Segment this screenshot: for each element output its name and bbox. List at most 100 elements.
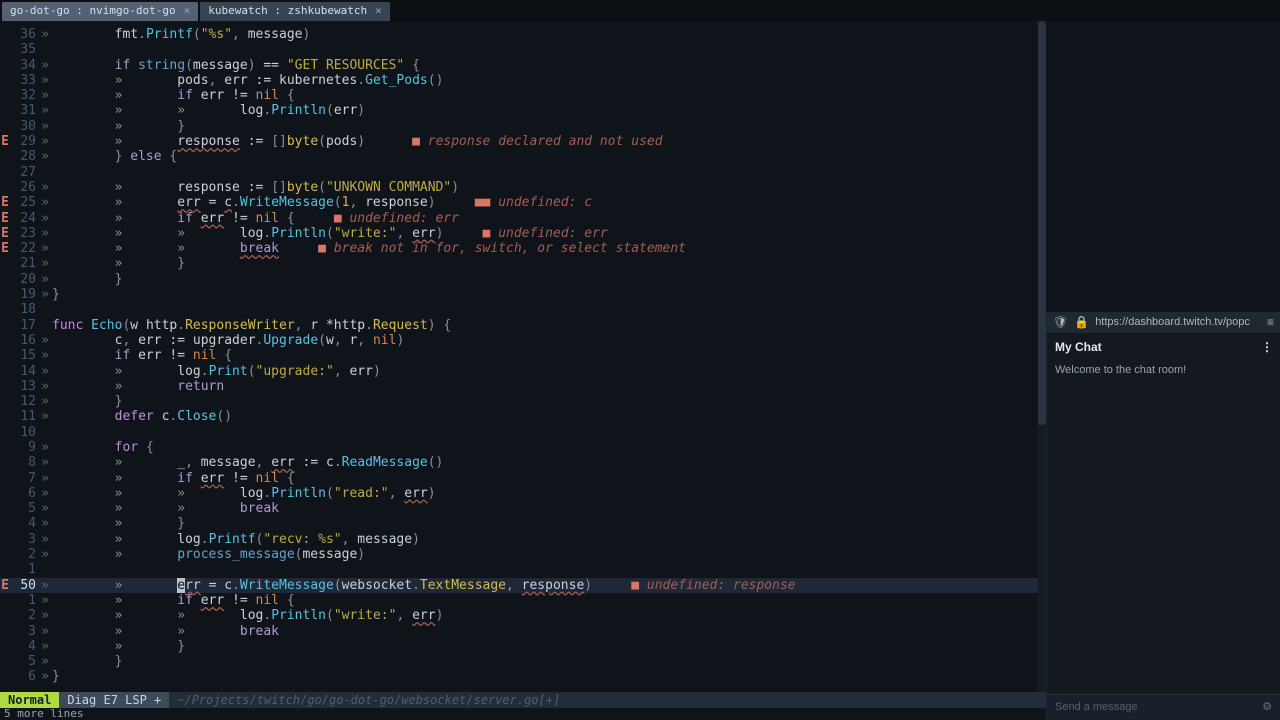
close-icon[interactable]: × [184,5,191,18]
terminal-tab[interactable]: kubewatch : zshkubewatch× [200,2,390,21]
indent-guide: » [38,241,52,256]
code-line[interactable]: E24» » if err != nil { ■ undefined: err [0,211,1280,226]
kebab-icon[interactable]: ⋮ [1261,340,1272,354]
code-content[interactable]: » log.Printf("recv: %s", message) [52,532,420,547]
code-content[interactable]: } [52,272,122,287]
line-number: 6 [10,669,38,684]
code-content[interactable]: » log.Print("upgrade:", err) [52,364,381,379]
line-number: 26 [10,180,38,195]
code-line[interactable]: E25» » err = c.WriteMessage(1, response)… [0,195,1280,210]
chat-urlbar[interactable]: 🛡 🔒 https://dashboard.twitch.tv/popc ≡ [1047,312,1280,334]
code-line[interactable]: 32» » if err != nil { [0,88,1280,103]
code-content[interactable]: } [52,654,122,669]
indent-guide: » [38,501,52,516]
line-number: 1 [10,593,38,608]
code-content[interactable]: » » log.Println("write:", err) [52,608,443,623]
code-content[interactable]: } [52,287,60,302]
code-content[interactable]: c, err := upgrader.Upgrade(w, r, nil) [52,333,404,348]
scrollbar-thumb[interactable] [1038,21,1046,425]
indent-guide: » [38,440,52,455]
code-line[interactable]: 34» if string(message) == "GET RESOURCES… [0,58,1280,73]
code-line[interactable]: 36» fmt.Printf("%s", message) [0,27,1280,42]
code-line[interactable]: 26» » response := []byte("UNKOWN COMMAND… [0,180,1280,195]
line-number: 17 [10,318,38,333]
code-content[interactable]: » return [52,379,224,394]
indent-guide: » [38,593,52,608]
code-content[interactable]: » » break ■ break not in for, switch, or… [52,241,686,256]
code-line[interactable]: 33» » pods, err := kubernetes.Get_Pods() [0,73,1280,88]
code-content[interactable]: » » log.Println(err) [52,103,365,118]
code-content[interactable]: » } [52,256,185,271]
indent-guide: » [38,578,52,593]
code-content[interactable]: » if err != nil { [52,88,295,103]
line-number: 5 [10,654,38,669]
line-number: 28 [10,149,38,164]
code-content[interactable]: » if err != nil { [52,471,295,486]
code-content[interactable]: » » log.Println("write:", err) ■ undefin… [52,226,608,241]
code-line[interactable]: 19»} [0,287,1280,302]
indent-guide: » [38,471,52,486]
code-line[interactable]: 27 [0,165,1280,180]
code-line[interactable]: 31» » » log.Println(err) [0,103,1280,118]
code-content[interactable]: } else { [52,149,177,164]
code-content[interactable]: » } [52,639,185,654]
code-content[interactable]: » pods, err := kubernetes.Get_Pods() [52,73,443,88]
code-line[interactable]: E22» » » break ■ break not in for, switc… [0,241,1280,256]
code-content[interactable]: for { [52,440,154,455]
code-content[interactable]: fmt.Printf("%s", message) [52,27,310,42]
code-content[interactable]: » if err != nil { ■ undefined: err [52,211,459,226]
gear-icon[interactable]: ⚙ [1262,701,1272,714]
code-content[interactable]: } [52,394,122,409]
code-content[interactable]: func Echo(w http.ResponseWriter, r *http… [52,318,451,333]
indent-guide: » [38,256,52,271]
code-content[interactable]: » response := []byte("UNKOWN COMMAND") [52,180,459,195]
editor-scrollbar[interactable] [1038,21,1046,694]
indent-guide: » [38,516,52,531]
code-line[interactable]: 28» } else { [0,149,1280,164]
indent-guide: » [38,409,52,424]
indent-guide: » [38,195,52,210]
code-line[interactable]: E29» » response := []byte(pods) ■ respon… [0,134,1280,149]
code-content[interactable]: » » log.Println("read:", err) [52,486,436,501]
menu-icon[interactable]: ≡ [1267,315,1274,329]
line-number: 5 [10,501,38,516]
code-line[interactable]: 30» » } [0,119,1280,134]
close-icon[interactable]: × [375,5,382,18]
line-number: 9 [10,440,38,455]
indent-guide: » [38,119,52,134]
code-content[interactable]: if err != nil { [52,348,232,363]
code-line[interactable]: 35 [0,42,1280,57]
code-line[interactable]: E23» » » log.Println("write:", err) ■ un… [0,226,1280,241]
code-content[interactable]: » err = c.WriteMessage(websocket.TextMes… [52,578,796,593]
terminal-tab[interactable]: go-dot-go : nvimgo-dot-go× [2,2,198,21]
code-line[interactable]: 20» } [0,272,1280,287]
error-gutter: E [0,241,10,256]
error-gutter: E [0,134,10,149]
code-content[interactable]: » } [52,119,185,134]
code-content[interactable]: » » break [52,624,279,639]
code-content[interactable]: if string(message) == "GET RESOURCES" { [52,58,420,73]
code-line[interactable]: 21» » } [0,256,1280,271]
code-content[interactable]: defer c.Close() [52,409,232,424]
chat-body: Welcome to the chat room! [1047,360,1280,694]
code-content[interactable]: » _, message, err := c.ReadMessage() [52,455,443,470]
line-number: 25 [10,195,38,210]
line-number: 22 [10,241,38,256]
shield-icon: 🛡 [1053,315,1068,329]
code-content[interactable]: » response := []byte(pods) ■ response de… [52,134,663,149]
code-content[interactable]: » } [52,516,185,531]
code-content[interactable]: » process_message(message) [52,547,365,562]
code-content[interactable]: » » break [52,501,279,516]
code-content[interactable]: » if err != nil { [52,593,295,608]
line-number: 12 [10,394,38,409]
indent-guide: » [38,532,52,547]
indent-guide: » [38,27,52,42]
code-content[interactable]: } [52,669,60,684]
indent-guide: » [38,364,52,379]
line-number: 29 [10,134,38,149]
indent-guide: » [38,73,52,88]
indent-guide: » [38,348,52,363]
chat-input[interactable]: Send a message [1055,701,1138,714]
line-number: 2 [10,547,38,562]
code-content[interactable]: » err = c.WriteMessage(1, response) ■■ u… [52,195,592,210]
